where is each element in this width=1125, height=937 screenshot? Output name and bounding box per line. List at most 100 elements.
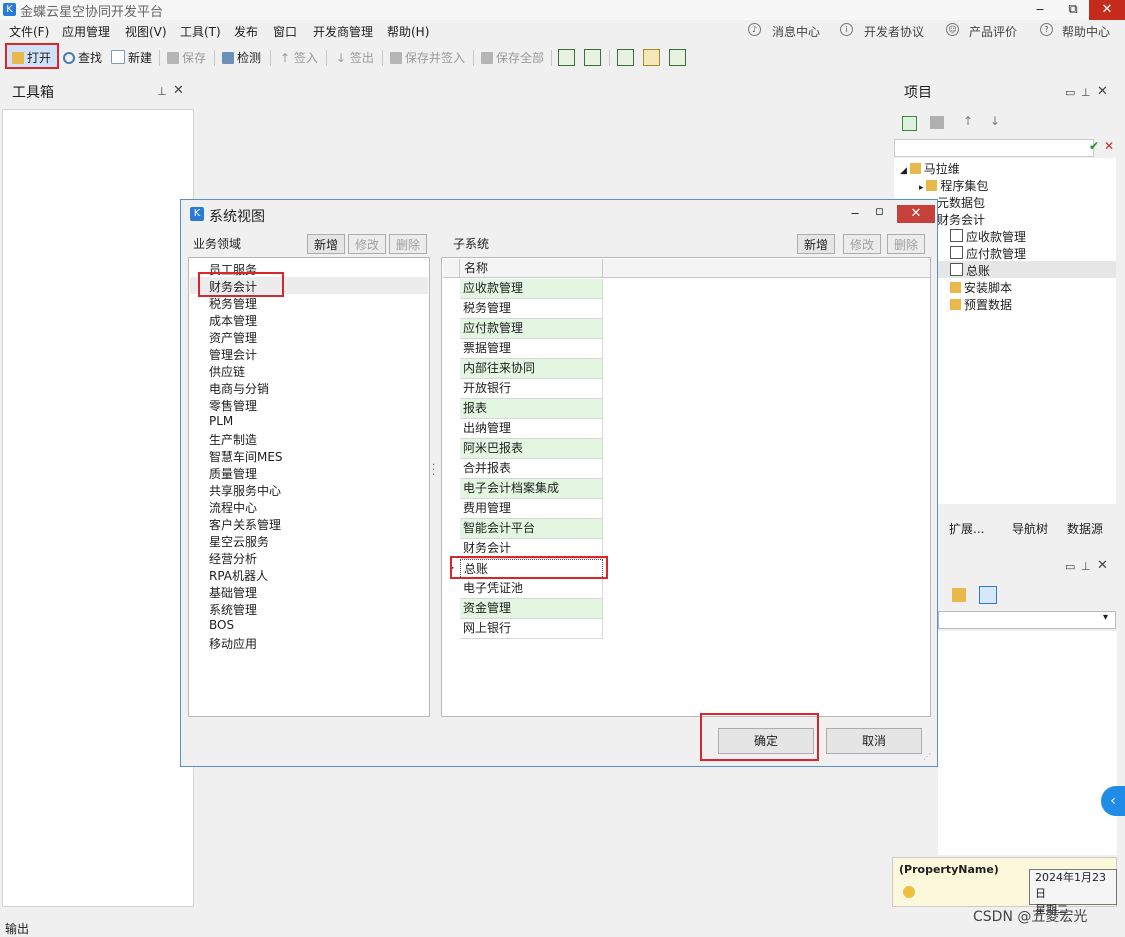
open-button-overlay[interactable]: 打开	[12, 49, 51, 66]
list-item[interactable]: 零售管理	[209, 397, 257, 414]
tree-item-assembly[interactable]: ▸ 程序集包	[919, 177, 988, 194]
clear-filter-icon[interactable]: ✕	[1104, 139, 1114, 153]
tree-item-finance[interactable]: 财务会计	[937, 211, 985, 228]
tree-item-preset-data[interactable]: 预置数据	[950, 296, 1012, 313]
table-row[interactable]: 智能会计平台	[460, 519, 603, 539]
close-icon[interactable]: ✕	[1097, 558, 1108, 573]
list-item[interactable]: RPA机器人	[209, 567, 268, 584]
report-icon[interactable]	[617, 49, 634, 66]
tab-data-source[interactable]: 数据源	[1067, 520, 1103, 537]
table-row-selected[interactable]: 总账	[460, 559, 603, 579]
list-item[interactable]: 共享服务中心	[209, 482, 281, 499]
table-row[interactable]: 应收款管理	[460, 279, 603, 299]
list-item[interactable]: 成本管理	[209, 312, 257, 329]
checkin-button[interactable]: ↑ 签入	[280, 49, 318, 66]
table-row[interactable]: 报表	[460, 399, 603, 419]
table-row[interactable]: 票据管理	[460, 339, 603, 359]
list-item[interactable]: BOS	[209, 618, 234, 632]
tree-item-receivable[interactable]: 应收款管理	[950, 228, 1026, 245]
domain-add-button[interactable]: 新增	[307, 234, 345, 254]
menu-app-management[interactable]: 应用管理	[62, 23, 110, 40]
developer-agreement-link[interactable]: 开发者协议	[864, 23, 924, 40]
confirm-filter-icon[interactable]: ✔	[1089, 139, 1099, 153]
dialog-close-button[interactable]: ✕	[897, 205, 935, 223]
menu-window[interactable]: 窗口	[273, 23, 297, 40]
table-row[interactable]: 网上银行	[460, 619, 603, 639]
list-item[interactable]: 移动应用	[209, 635, 257, 652]
find-button[interactable]: 查找	[63, 49, 102, 66]
column-header-name[interactable]: 名称	[460, 259, 603, 278]
list-item[interactable]: 经营分析	[209, 550, 257, 567]
refresh-icon[interactable]	[902, 116, 917, 131]
tree-item-metadata[interactable]: 元数据包	[937, 194, 985, 211]
table-row[interactable]: 合并报表	[460, 459, 603, 479]
save-checkin-button[interactable]: 保存并签入	[390, 49, 465, 66]
domain-edit-button[interactable]: 修改	[348, 234, 386, 254]
list-item[interactable]: 质量管理	[209, 465, 257, 482]
list-item[interactable]: 税务管理	[209, 295, 257, 312]
table-row[interactable]: 电子凭证池	[460, 579, 603, 599]
list-item[interactable]: 流程中心	[209, 499, 257, 516]
table-row[interactable]: 税务管理	[460, 299, 603, 319]
subsystem-delete-button[interactable]: 删除	[887, 234, 925, 254]
pin-icon[interactable]: ⊥	[1081, 560, 1091, 573]
save-all-button[interactable]: 保存全部	[481, 49, 544, 66]
tools-icon[interactable]	[643, 49, 660, 66]
checkout-button[interactable]: ↓ 签出	[336, 49, 374, 66]
ok-button[interactable]: 确定	[718, 728, 814, 754]
object-selector[interactable]	[938, 611, 1116, 629]
menu-view[interactable]: 视图(V)	[125, 23, 167, 40]
subsystem-edit-button[interactable]: 修改	[843, 234, 881, 254]
dialog-minimize-button[interactable]: ‒	[851, 206, 859, 221]
list-item[interactable]: 客户关系管理	[209, 516, 281, 533]
list-item[interactable]: 员工服务	[209, 261, 257, 278]
collapse-panel-button[interactable]: ‹	[1101, 786, 1125, 816]
list-item[interactable]: 电商与分销	[209, 380, 269, 397]
list-item[interactable]: 基础管理	[209, 584, 257, 601]
cancel-button[interactable]: 取消	[826, 728, 922, 754]
product-review-link[interactable]: 产品评价	[969, 23, 1017, 40]
project-filter-input[interactable]	[894, 139, 1094, 157]
menu-publish[interactable]: 发布	[234, 23, 258, 40]
close-window-button[interactable]: ✕	[1089, 0, 1125, 20]
table-row[interactable]: 开放银行	[460, 379, 603, 399]
pin-icon[interactable]: ⊥	[157, 85, 167, 98]
property-page-icon[interactable]	[979, 586, 997, 604]
splitter-handle[interactable]: · · ·	[432, 461, 435, 481]
list-item[interactable]: 系统管理	[209, 601, 257, 618]
save-button[interactable]: 保存	[167, 49, 206, 66]
minimize-button[interactable]: ‒	[1023, 0, 1057, 20]
tree-item-root[interactable]: ◢ 马拉维	[900, 160, 960, 177]
table-row[interactable]: 财务会计	[460, 539, 603, 559]
edit-icon[interactable]	[952, 588, 966, 602]
table-row[interactable]: 资金管理	[460, 599, 603, 619]
list-item-selected[interactable]: 财务会计	[209, 278, 257, 295]
form-icon[interactable]	[558, 49, 575, 66]
check-button[interactable]: 检测	[222, 49, 261, 66]
menu-tools[interactable]: 工具(T)	[180, 23, 221, 40]
tree-item-install-script[interactable]: 安装脚本	[950, 279, 1012, 296]
message-center-link[interactable]: 消息中心	[772, 23, 820, 40]
export-icon[interactable]	[669, 49, 686, 66]
menu-help[interactable]: 帮助(H)	[387, 23, 429, 40]
list-item[interactable]: 生产制造	[209, 431, 257, 448]
list-item[interactable]: 管理会计	[209, 346, 257, 363]
table-row[interactable]: 费用管理	[460, 499, 603, 519]
table-row[interactable]: 应付款管理	[460, 319, 603, 339]
close-icon[interactable]: ✕	[1097, 84, 1108, 99]
domain-delete-button[interactable]: 删除	[389, 234, 427, 254]
chevron-down-icon[interactable]: ▾	[1103, 612, 1108, 623]
move-down-icon[interactable]: ↓	[990, 114, 1000, 128]
new-button[interactable]: 新建	[111, 49, 152, 66]
help-center-link[interactable]: 帮助中心	[1062, 23, 1110, 40]
list-item[interactable]: PLM	[209, 414, 233, 428]
menu-file[interactable]: 文件(F)	[9, 23, 49, 40]
table-row[interactable]: 阿米巴报表	[460, 439, 603, 459]
table-row[interactable]: 出纳管理	[460, 419, 603, 439]
float-icon[interactable]: ▭	[1065, 86, 1075, 99]
table-row[interactable]: 电子会计档案集成	[460, 479, 603, 499]
float-icon[interactable]: ▭	[1065, 560, 1075, 573]
tab-extension[interactable]: 扩展...	[949, 520, 984, 537]
pin-icon[interactable]: ⊥	[1081, 86, 1091, 99]
close-icon[interactable]: ✕	[173, 83, 184, 98]
